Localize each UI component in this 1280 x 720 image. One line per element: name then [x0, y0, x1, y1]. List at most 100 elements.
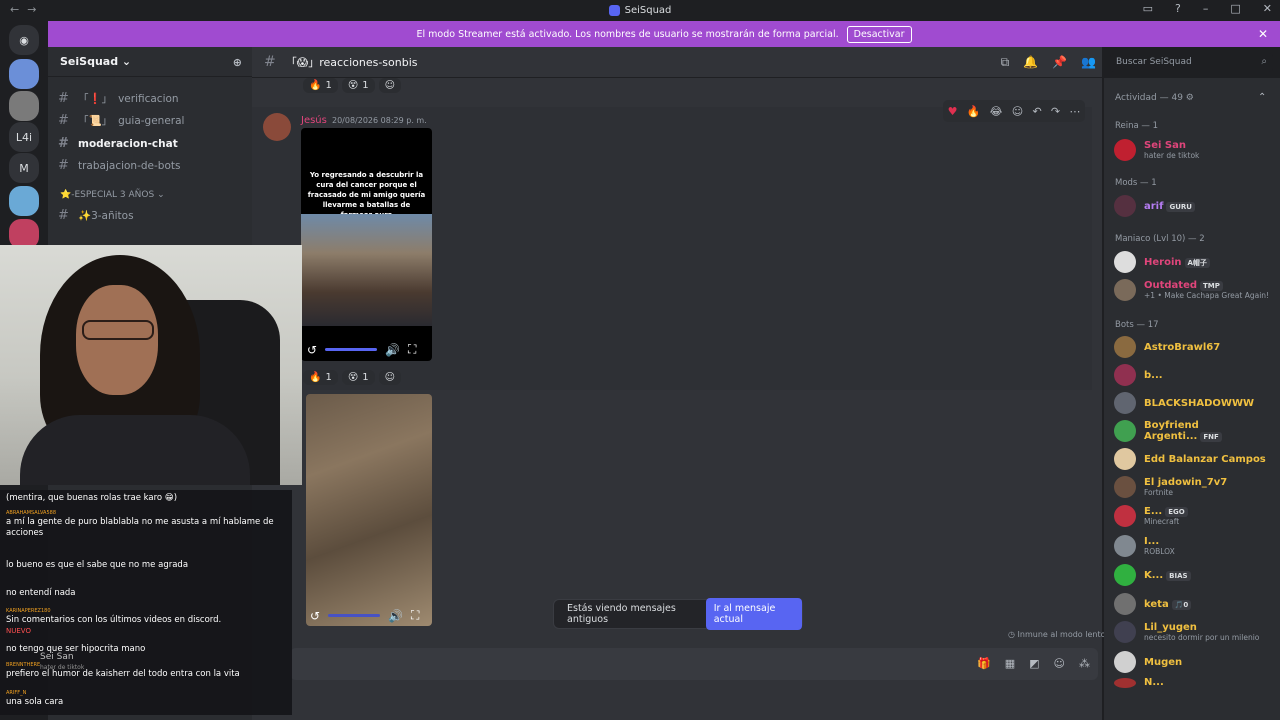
server-icon[interactable]: L4i — [9, 122, 39, 152]
video-attachment[interactable]: ↺ 🔊 ⛶ — [306, 394, 432, 626]
message-author[interactable]: Jesús — [301, 115, 327, 126]
member-item[interactable]: BLACKSHADOWWW — [1114, 392, 1254, 414]
chat-user: ABRAHAMSALVA588 — [6, 510, 57, 516]
search-icon: ⌕ — [1261, 56, 1267, 67]
new-badge: NUEVO — [6, 627, 31, 635]
member-name: Outdated — [1144, 280, 1198, 291]
help-icon[interactable]: ? — [1175, 2, 1181, 15]
reaction-other[interactable]: 😵 1 — [341, 370, 375, 385]
forward-icon[interactable]: ↷ — [1051, 105, 1060, 118]
reply-icon[interactable]: ↶ — [1032, 105, 1041, 118]
server-icon[interactable] — [9, 186, 39, 216]
member-item[interactable]: keta 🎵0 — [1114, 593, 1192, 615]
deactivate-button[interactable]: Desactivar — [846, 25, 912, 43]
avatar — [1114, 593, 1136, 615]
gif-icon[interactable]: ▦ — [1005, 657, 1015, 670]
video-attachment[interactable]: Yo regresando a descubrir la cura del ca… — [301, 128, 432, 361]
member-item[interactable]: arif GURU — [1114, 195, 1195, 217]
discord-home-icon[interactable]: ◉ — [9, 25, 39, 55]
stream-chat-overlay: (mentira, que buenas rolas trae karo 😁) … — [0, 490, 292, 715]
member-item[interactable]: Edd Balanzar Campos — [1114, 448, 1266, 470]
member-item[interactable]: Outdated TMP +1 • Make Cachapa Great Again… — [1114, 279, 1269, 301]
member-item[interactable]: El jadowin_7v7 Fortnite — [1114, 476, 1227, 498]
group-header: Reina — 1 — [1115, 121, 1159, 131]
hash-icon: # — [58, 208, 69, 223]
message-input[interactable]: 🎁 ▦ ◩ ☺ ⁂ — [290, 648, 1098, 680]
reaction-other[interactable]: 😵 1 — [341, 78, 375, 93]
jump-to-present-button[interactable]: Ir al mensaje actual — [705, 598, 802, 630]
add-reaction-icon[interactable]: ☺ — [378, 370, 402, 385]
member-name: keta — [1144, 598, 1169, 610]
activity-header[interactable]: Actividad — 49 ⚙ — [1115, 93, 1194, 103]
emoji-icon[interactable]: ☺ — [1054, 657, 1065, 670]
avatar[interactable] — [263, 113, 291, 141]
channel-guia-general[interactable]: # 「📜」 guia-general — [58, 113, 184, 128]
member-item[interactable]: E... EGO Minecraft — [1114, 505, 1188, 527]
collapse-icon[interactable]: ⌃ — [1258, 92, 1266, 103]
member-item[interactable]: b... — [1114, 364, 1163, 386]
minimize-button[interactable]: – — [1203, 2, 1209, 15]
close-button[interactable]: ✕ — [1263, 2, 1272, 15]
server-icon[interactable] — [9, 59, 39, 89]
bell-icon[interactable]: 🔔 — [1023, 55, 1038, 70]
hash-icon: # — [264, 54, 276, 70]
fullscreen-icon[interactable]: ⛶ — [408, 342, 416, 357]
member-item[interactable]: Lil_yugen necesito dormir por un milenio — [1114, 621, 1259, 643]
add-member-icon[interactable]: ⊕ — [233, 56, 242, 69]
pin-icon[interactable]: 📌 — [1052, 55, 1067, 70]
fire-reaction-icon[interactable]: 🔥 — [967, 105, 981, 118]
user-panel[interactable]: Sei San hater de tiktok — [0, 650, 292, 672]
member-item[interactable]: Mugen — [1114, 651, 1182, 673]
member-item[interactable]: Heroin A帽子 — [1114, 251, 1210, 273]
member-status: hater de tiktok — [1144, 151, 1200, 160]
progress-bar[interactable] — [328, 614, 381, 617]
member-item[interactable]: Sei San hater de tiktok — [1114, 139, 1199, 161]
server-icon[interactable]: M — [9, 153, 39, 183]
nav-arrows[interactable]: ←→ — [10, 3, 44, 16]
gift-icon[interactable]: 🎁 — [977, 657, 991, 670]
close-banner-icon[interactable]: ✕ — [1258, 27, 1268, 41]
member-item[interactable]: Boyfriend Argenti... FNF — [1114, 420, 1280, 442]
add-reaction-icon[interactable]: ☺ — [1012, 105, 1023, 118]
sticker-icon[interactable]: ◩ — [1029, 657, 1039, 670]
maximize-button[interactable]: □ — [1230, 2, 1240, 15]
channel-name: guia-general — [118, 114, 185, 127]
member-item[interactable]: K... BIAS — [1114, 564, 1191, 586]
members-icon[interactable]: 👥 — [1081, 55, 1096, 70]
progress-bar[interactable] — [325, 348, 378, 351]
more-icon[interactable]: ⋯ — [1069, 105, 1080, 118]
category-especial[interactable]: ⭐-ESPECIAL 3 AÑOS ⌄ — [60, 190, 165, 200]
replay-icon[interactable]: ↺ — [307, 343, 317, 357]
server-icon[interactable] — [9, 91, 39, 121]
chat-message: KARINAPEREZ180 Sin comentarios con los úl… — [6, 608, 290, 626]
server-header[interactable]: SeiSquad ⌄ ⊕ — [48, 47, 252, 77]
channel-moderacion-chat[interactable]: # moderacion-chat — [58, 136, 178, 151]
member-item[interactable]: N... — [1114, 677, 1164, 688]
search-input[interactable]: Buscar SeiSquad ⌕ — [1110, 53, 1273, 72]
hash-icon: # — [58, 158, 69, 173]
member-name: AstroBrawl67 — [1144, 341, 1221, 353]
apps-icon[interactable]: ⁂ — [1079, 657, 1090, 670]
channel-title: 「😱」reacciones-sonbis — [285, 56, 418, 69]
member-name: N... — [1144, 677, 1164, 688]
member-status: ROBLOX — [1144, 547, 1175, 556]
channel-3-anitos[interactable]: # ✨3-añitos — [58, 208, 134, 223]
avatar — [1114, 251, 1136, 273]
avatar — [1114, 564, 1136, 586]
laugh-reaction-icon[interactable]: 😂 — [990, 105, 1003, 118]
reaction-fire[interactable]: 🔥 1 — [303, 78, 338, 93]
add-reaction-icon[interactable]: ☺ — [378, 78, 402, 93]
member-item[interactable]: I... ROBLOX — [1114, 535, 1175, 557]
heart-reaction-icon[interactable]: ♥ — [948, 105, 958, 118]
inbox-icon[interactable]: ▭ — [1143, 2, 1153, 15]
replay-icon[interactable]: ↺ — [310, 609, 320, 623]
member-item[interactable]: AstroBrawl67 — [1114, 336, 1220, 358]
volume-icon[interactable]: 🔊 — [385, 343, 400, 357]
fullscreen-icon[interactable]: ⛶ — [411, 608, 419, 623]
channel-trabajacion-de-bots[interactable]: # trabajacion-de-bots — [58, 158, 180, 173]
channel-verificacion[interactable]: # 「❗」 verificacion — [58, 91, 179, 106]
volume-icon[interactable]: 🔊 — [388, 609, 403, 623]
chat-text: una sola cara — [6, 697, 64, 707]
threads-icon[interactable]: ⧉ — [1001, 55, 1010, 70]
reaction-fire[interactable]: 🔥 1 — [303, 370, 338, 385]
